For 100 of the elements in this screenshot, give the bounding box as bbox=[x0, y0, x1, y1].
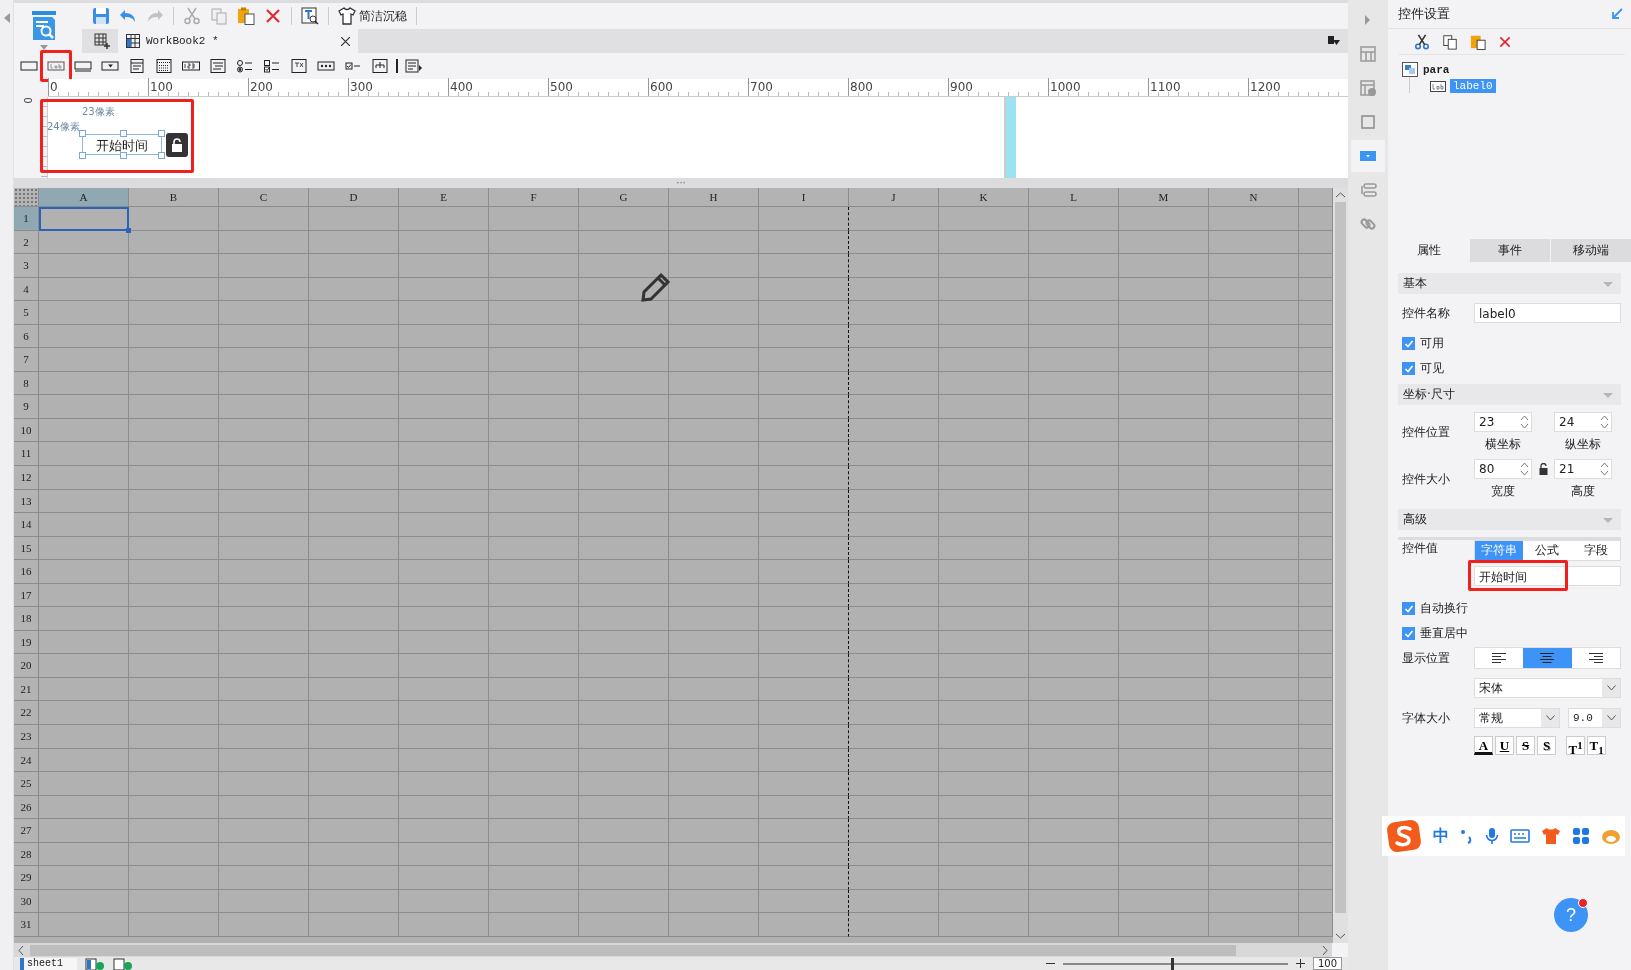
select-all-icon[interactable] bbox=[14, 188, 39, 207]
scroll-left-icon[interactable] bbox=[18, 945, 24, 955]
scroll-up-icon[interactable] bbox=[1336, 192, 1345, 198]
segment-tab[interactable]: 字段 bbox=[1571, 541, 1620, 560]
column-header[interactable]: G bbox=[579, 188, 669, 207]
row-header[interactable]: 2 bbox=[14, 230, 39, 255]
add-sheet-icon[interactable] bbox=[85, 957, 105, 970]
frame-icon[interactable] bbox=[1359, 113, 1377, 131]
row-header[interactable]: 31 bbox=[14, 913, 39, 937]
column-header[interactable]: F bbox=[489, 188, 579, 207]
row-header[interactable]: 13 bbox=[14, 489, 39, 514]
section-header[interactable]: 高级 bbox=[1398, 509, 1621, 530]
scroll-down-icon[interactable] bbox=[1336, 933, 1345, 939]
more-widgets-icon[interactable] bbox=[405, 59, 423, 73]
number-spinner[interactable]: 23 bbox=[1474, 412, 1532, 432]
theme-label[interactable]: 简洁沉稳 bbox=[359, 7, 407, 25]
value-field[interactable]: 开始时间 bbox=[1474, 566, 1621, 586]
column-header[interactable]: H bbox=[669, 188, 759, 207]
dropdown-widget-icon[interactable] bbox=[101, 59, 119, 73]
text-area-widget-icon[interactable] bbox=[209, 59, 227, 73]
row-header[interactable]: 24 bbox=[14, 748, 39, 773]
row-header[interactable]: 15 bbox=[14, 536, 39, 561]
label-widget[interactable]: 开始时间 bbox=[82, 134, 162, 155]
selected-cell[interactable] bbox=[39, 207, 129, 231]
splitter-handle[interactable]: ··· bbox=[676, 179, 686, 187]
row-header[interactable]: 16 bbox=[14, 560, 39, 584]
column-header[interactable]: D bbox=[309, 188, 399, 207]
paste-icon[interactable] bbox=[237, 7, 255, 25]
shadow-button[interactable]: S bbox=[1537, 736, 1556, 755]
apps-grid-icon[interactable] bbox=[1572, 827, 1590, 845]
font-size-dropdown[interactable]: 9.0 bbox=[1568, 708, 1621, 728]
row-header[interactable]: 8 bbox=[14, 371, 39, 396]
zoom-value[interactable]: 100 bbox=[1312, 957, 1342, 970]
align-center-button[interactable] bbox=[1523, 648, 1572, 668]
strikethrough-button[interactable]: S bbox=[1516, 736, 1535, 755]
resize-handle[interactable] bbox=[120, 152, 127, 159]
sheet-tab[interactable]: sheet1 bbox=[20, 957, 77, 970]
section-header[interactable]: 基本 bbox=[1398, 273, 1621, 294]
number-widget-icon[interactable] bbox=[182, 59, 200, 73]
preview-icon[interactable] bbox=[301, 7, 319, 25]
checkbox-label[interactable]: 可见 bbox=[1420, 360, 1444, 377]
row-header[interactable]: 25 bbox=[14, 772, 39, 796]
row-header[interactable]: 12 bbox=[14, 466, 39, 490]
caret-icon[interactable] bbox=[1545, 715, 1555, 721]
row-header[interactable]: 7 bbox=[14, 348, 39, 372]
grid-icon[interactable] bbox=[1359, 45, 1377, 63]
segment-tab[interactable]: 公式 bbox=[1523, 541, 1572, 560]
text-field-widget-icon[interactable] bbox=[74, 59, 92, 73]
checkbox[interactable] bbox=[1402, 602, 1415, 615]
number-spinner[interactable]: 24 bbox=[1554, 412, 1612, 432]
underline-button[interactable]: U bbox=[1495, 736, 1514, 755]
add-form-icon[interactable] bbox=[113, 957, 133, 970]
horizontal-scrollbar[interactable] bbox=[14, 943, 1332, 957]
microphone-icon[interactable] bbox=[1485, 827, 1499, 845]
column-header[interactable]: C bbox=[219, 188, 309, 207]
new-sheet-icon[interactable] bbox=[94, 33, 110, 49]
close-icon[interactable] bbox=[341, 36, 350, 46]
font-style-dropdown[interactable]: 常规 bbox=[1474, 708, 1560, 728]
row-header[interactable]: 26 bbox=[14, 795, 39, 820]
ime-logo-icon[interactable] bbox=[1386, 819, 1422, 853]
row-header[interactable]: 23 bbox=[14, 725, 39, 749]
vertical-scrollbar[interactable] bbox=[1333, 188, 1348, 943]
row-header[interactable]: 6 bbox=[14, 324, 39, 349]
column-header[interactable]: M bbox=[1119, 188, 1209, 207]
name-field[interactable]: label0 bbox=[1474, 303, 1621, 323]
keyboard-icon[interactable] bbox=[1510, 829, 1530, 843]
row-header[interactable]: 4 bbox=[14, 277, 39, 302]
checkbox-label[interactable]: 可用 bbox=[1420, 335, 1444, 352]
column-header[interactable]: A bbox=[39, 188, 129, 207]
checkbox-group-icon[interactable] bbox=[263, 59, 281, 73]
collapse-arrow-icon[interactable] bbox=[1611, 8, 1623, 20]
resize-handle[interactable] bbox=[79, 152, 86, 159]
caret-icon[interactable] bbox=[40, 45, 48, 50]
row-header[interactable]: 14 bbox=[14, 513, 39, 537]
checkbox[interactable] bbox=[1402, 627, 1415, 640]
calendar-icon[interactable] bbox=[155, 59, 173, 73]
row-header[interactable]: 3 bbox=[14, 254, 39, 278]
password-widget-icon[interactable] bbox=[317, 59, 335, 73]
row-header[interactable]: 11 bbox=[14, 442, 39, 466]
resize-handle[interactable] bbox=[158, 130, 165, 137]
row-header[interactable]: 19 bbox=[14, 630, 39, 655]
panel-tab[interactable]: 事件 bbox=[1469, 239, 1550, 262]
dropdown-menu-icon[interactable] bbox=[1328, 36, 1340, 46]
list-widget-icon[interactable] bbox=[128, 59, 146, 73]
caret-icon[interactable] bbox=[1606, 715, 1616, 721]
tree-item[interactable]: para bbox=[1402, 62, 1617, 77]
column-header[interactable]: B bbox=[129, 188, 219, 207]
font-color-button[interactable]: A bbox=[1474, 736, 1493, 755]
shirt-icon[interactable] bbox=[338, 7, 356, 25]
scroll-right-icon[interactable] bbox=[1322, 945, 1328, 955]
radio-group-icon[interactable] bbox=[236, 59, 254, 73]
column-header[interactable]: I bbox=[759, 188, 849, 207]
delete-icon[interactable] bbox=[1498, 35, 1512, 49]
row-header[interactable]: 27 bbox=[14, 819, 39, 843]
button-widget-icon[interactable] bbox=[20, 59, 38, 73]
row-header[interactable]: 28 bbox=[14, 842, 39, 867]
subscript-button[interactable]: T$_{1}$ bbox=[1587, 736, 1606, 755]
checkbox[interactable] bbox=[1402, 362, 1415, 375]
spinner-arrows-icon[interactable] bbox=[1600, 414, 1609, 430]
checkbox-widget-icon[interactable] bbox=[344, 59, 362, 73]
